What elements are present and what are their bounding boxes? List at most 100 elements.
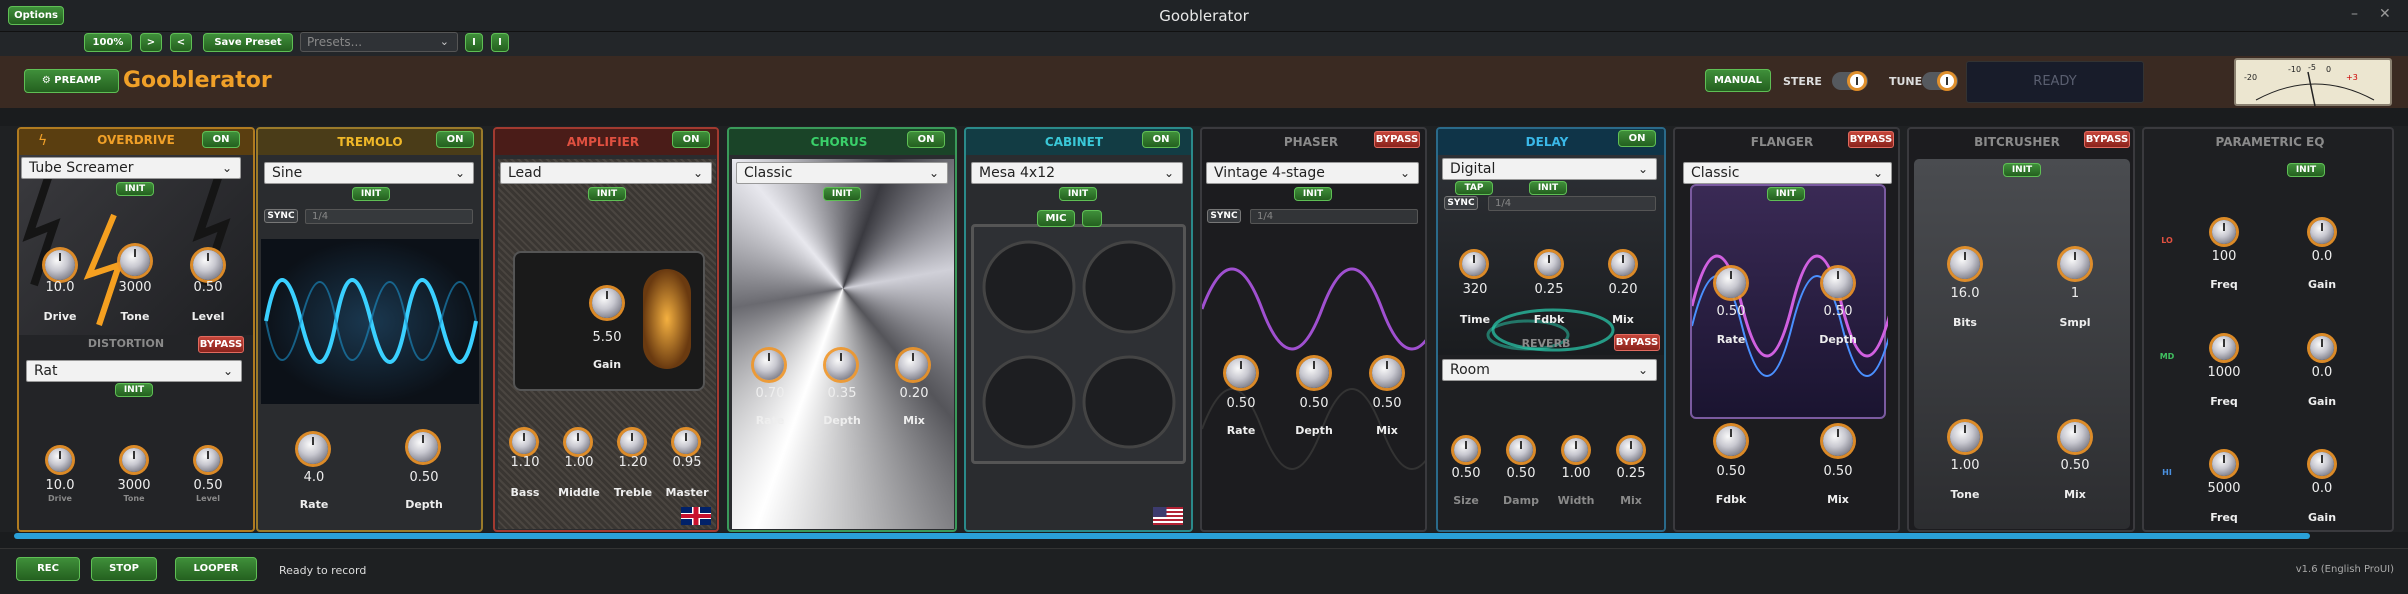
minimize-button[interactable]: – xyxy=(2351,6,2358,22)
amplifier-gain-knob[interactable] xyxy=(592,288,622,318)
overdrive-preset-select[interactable]: Tube Screamer ⌄ xyxy=(21,157,241,179)
zoom-button[interactable]: 100% xyxy=(84,33,132,52)
flanger-preset-select[interactable]: Classic ⌄ xyxy=(1683,162,1892,184)
looper-button[interactable]: LOOPER xyxy=(175,557,257,581)
mini-button-2[interactable]: I xyxy=(491,33,509,52)
chorus-init-button[interactable]: INIT xyxy=(823,187,861,201)
tremolo-depth-knob[interactable] xyxy=(408,432,438,462)
delay-division-select[interactable]: 1/4 xyxy=(1488,196,1656,211)
cabinet-mic-button[interactable]: MIC xyxy=(1037,210,1075,227)
eq-init-button[interactable]: INIT xyxy=(2287,163,2325,177)
distortion-init-button[interactable]: INIT xyxy=(115,383,153,397)
cabinet-on-button[interactable]: ON xyxy=(1142,131,1180,148)
eq-lo-gain-knob[interactable] xyxy=(2310,220,2334,244)
amplifier-bass-knob[interactable] xyxy=(512,430,536,454)
flanger-depth-knob[interactable] xyxy=(1823,268,1853,298)
amplifier-treble-knob[interactable] xyxy=(620,430,644,454)
overdrive-drive-knob[interactable] xyxy=(45,250,75,280)
delay-init-button[interactable]: INIT xyxy=(1529,181,1567,195)
phaser-depth-knob[interactable] xyxy=(1299,358,1329,388)
delay-mode-select[interactable]: Digital ⌄ xyxy=(1442,158,1657,180)
phaser-preset-select[interactable]: Vintage 4-stage ⌄ xyxy=(1206,162,1419,184)
amplifier-middle-knob[interactable] xyxy=(566,430,590,454)
flanger-rate-knob[interactable] xyxy=(1716,268,1746,298)
rack-scrollbar[interactable] xyxy=(14,533,2310,539)
overdrive-tone-knob[interactable] xyxy=(120,246,150,276)
close-button[interactable]: ✕ xyxy=(2379,6,2391,22)
phaser-division-select[interactable]: 1/4 xyxy=(1250,209,1418,224)
overdrive-on-button[interactable]: ON xyxy=(202,131,240,148)
bitcrusher-mix-knob[interactable] xyxy=(2060,422,2090,452)
stop-button[interactable]: STOP xyxy=(91,557,157,581)
amplifier-on-button[interactable]: ON xyxy=(672,131,710,148)
tremolo-division-select[interactable]: 1/4 xyxy=(305,209,473,224)
mini-button-1[interactable]: I xyxy=(465,33,483,52)
phaser-sync-button[interactable]: SYNC xyxy=(1207,209,1241,223)
tremolo-sync-button[interactable]: SYNC xyxy=(264,209,298,223)
overdrive-level-knob[interactable] xyxy=(193,250,223,280)
reverb-size-knob[interactable] xyxy=(1454,438,1478,462)
phaser-init-button[interactable]: INIT xyxy=(1294,187,1332,201)
tremolo-wave-select[interactable]: Sine ⌄ xyxy=(264,162,474,184)
amplifier-channel-select[interactable]: Lead ⌄ xyxy=(500,162,712,184)
bitcrusher-sample-knob[interactable] xyxy=(2060,249,2090,279)
chorus-rate-knob[interactable] xyxy=(754,350,784,380)
stereo-toggle[interactable] xyxy=(1832,72,1868,90)
eq-lo-freq-knob[interactable] xyxy=(2212,220,2236,244)
bitcrusher-artwork xyxy=(1914,159,2130,529)
chorus-depth-knob[interactable] xyxy=(826,350,856,380)
preamp-button[interactable]: ⚙ PREAMP xyxy=(24,69,119,93)
tremolo-rate-knob[interactable] xyxy=(298,434,328,464)
reverb-bypass-button[interactable]: BYPASS xyxy=(1614,334,1660,351)
presets-dropdown[interactable]: Presets... ⌄ xyxy=(300,32,458,52)
delay-tap-button[interactable]: TAP xyxy=(1455,181,1493,195)
phaser-bypass-button[interactable]: BYPASS xyxy=(1374,131,1420,148)
flanger-feedback-knob[interactable] xyxy=(1716,426,1746,456)
eq-module xyxy=(2142,127,2394,532)
flanger-bypass-button[interactable]: BYPASS xyxy=(1848,131,1894,148)
mic-position-button[interactable] xyxy=(1082,210,1102,227)
chorus-on-button[interactable]: ON xyxy=(907,131,945,148)
save-preset-button[interactable]: Save Preset xyxy=(203,33,293,52)
cabinet-model-select[interactable]: Mesa 4x12 ⌄ xyxy=(971,162,1183,184)
bitcrusher-bits-knob[interactable] xyxy=(1950,249,1980,279)
distortion-tone-knob[interactable] xyxy=(122,448,146,472)
delay-sync-button[interactable]: SYNC xyxy=(1444,196,1478,210)
eq-md-gain-knob[interactable] xyxy=(2310,336,2334,360)
reverb-room-select[interactable]: Room ⌄ xyxy=(1442,359,1657,381)
distortion-drive-knob[interactable] xyxy=(48,448,72,472)
eq-hi-gain-knob[interactable] xyxy=(2310,452,2334,476)
rec-button[interactable]: REC xyxy=(16,557,80,581)
distortion-preset-select[interactable]: Rat ⌄ xyxy=(26,360,242,382)
reverb-damp-knob[interactable] xyxy=(1509,438,1533,462)
delay-feedback-knob[interactable] xyxy=(1537,252,1561,276)
overdrive-init-button[interactable]: INIT xyxy=(116,182,154,196)
cabinet-init-button[interactable]: INIT xyxy=(1059,187,1097,201)
tremolo-init-button[interactable]: INIT xyxy=(352,187,390,201)
chorus-preset-select[interactable]: Classic ⌄ xyxy=(736,162,948,184)
amplifier-master-knob[interactable] xyxy=(674,430,698,454)
delay-time-knob[interactable] xyxy=(1462,252,1486,276)
bitcrusher-bypass-button[interactable]: BYPASS xyxy=(2084,131,2130,148)
reverb-mix-knob[interactable] xyxy=(1619,438,1643,462)
prev-preset-button[interactable]: < xyxy=(170,33,192,52)
distortion-level-knob[interactable] xyxy=(196,448,220,472)
eq-md-freq-knob[interactable] xyxy=(2212,336,2236,360)
phaser-rate-knob[interactable] xyxy=(1226,358,1256,388)
flanger-init-button[interactable]: INIT xyxy=(1767,187,1805,201)
next-preset-button[interactable]: > xyxy=(140,33,162,52)
delay-mix-knob[interactable] xyxy=(1611,252,1635,276)
reverb-width-knob[interactable] xyxy=(1564,438,1588,462)
distortion-bypass-button[interactable]: BYPASS xyxy=(198,336,244,353)
tune-toggle[interactable] xyxy=(1922,72,1958,90)
flanger-mix-knob[interactable] xyxy=(1823,426,1853,456)
phaser-mix-knob[interactable] xyxy=(1372,358,1402,388)
bitcrusher-init-button[interactable]: INIT xyxy=(2003,163,2041,177)
delay-on-button[interactable]: ON xyxy=(1618,130,1656,147)
bitcrusher-tone-knob[interactable] xyxy=(1950,422,1980,452)
manual-button[interactable]: MANUAL xyxy=(1705,69,1771,92)
amplifier-init-button[interactable]: INIT xyxy=(588,187,626,201)
chorus-mix-knob[interactable] xyxy=(898,350,928,380)
tremolo-on-button[interactable]: ON xyxy=(436,131,474,148)
eq-hi-freq-knob[interactable] xyxy=(2212,452,2236,476)
